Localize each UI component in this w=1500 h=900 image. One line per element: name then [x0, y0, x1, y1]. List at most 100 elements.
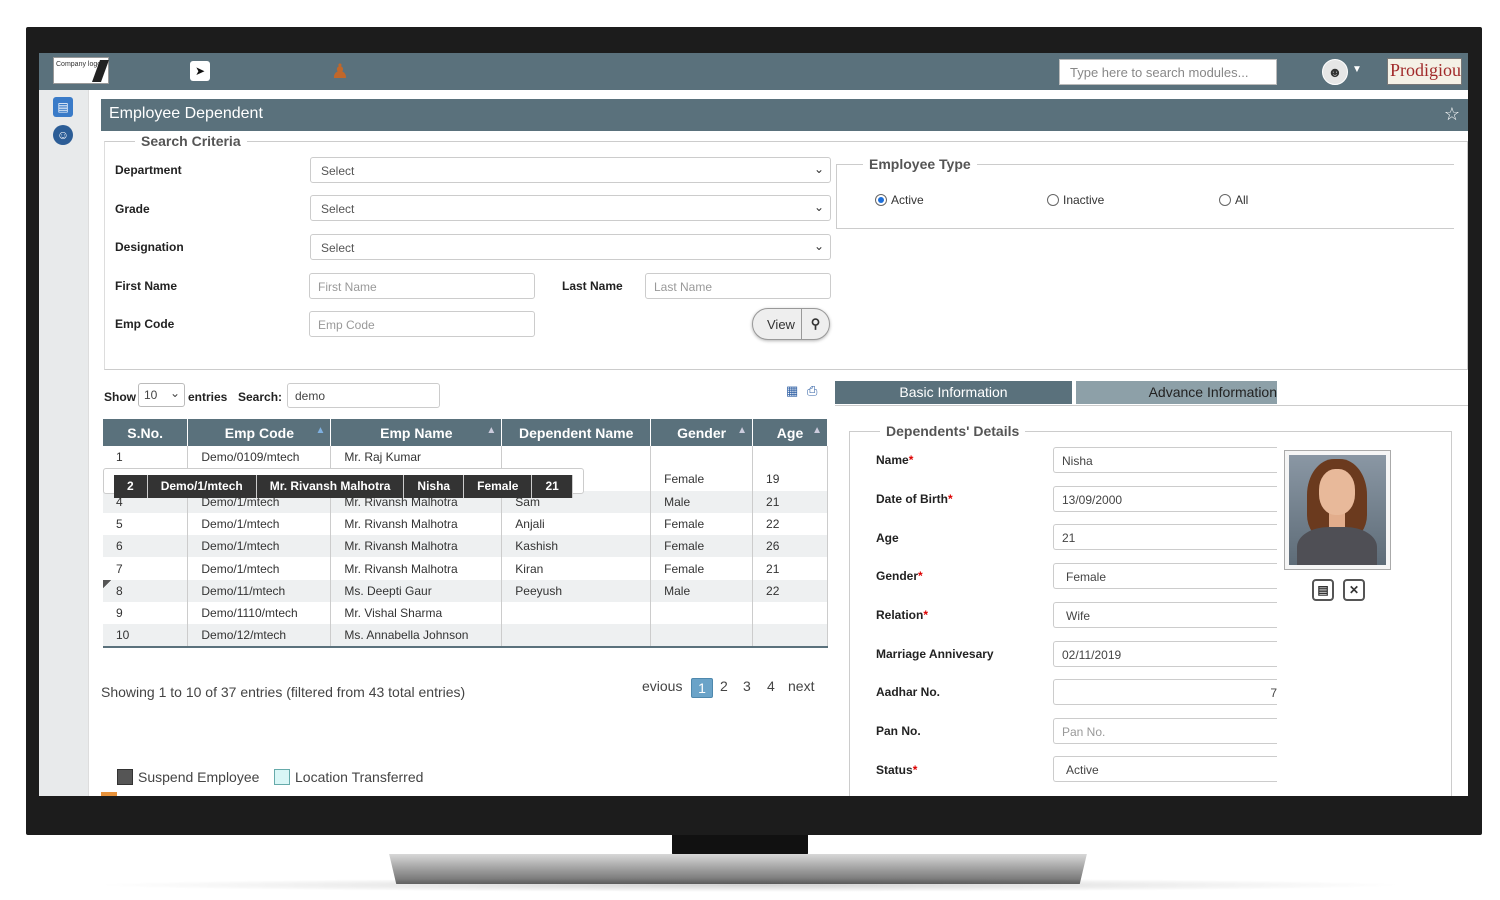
cell-gender	[650, 602, 754, 625]
radio-all[interactable]: All	[1219, 193, 1248, 207]
last-name-label: Last Name	[562, 279, 623, 293]
stand-shadow	[90, 878, 1410, 892]
gender-select[interactable]: Female	[1053, 563, 1277, 589]
col-emp-code-label: Emp Code	[224, 424, 294, 441]
sort-icon: ▲	[737, 425, 748, 436]
chevron-down-icon[interactable]: ▼	[1352, 64, 1362, 75]
upload-photo-icon[interactable]: ▤	[1312, 579, 1334, 601]
col-emp-name[interactable]: Emp Name ▲︎	[330, 419, 503, 446]
tab-advance-information[interactable]: Advance Information	[1076, 381, 1277, 404]
cell-emp-name: Mr. Rivansh Malhotra	[330, 535, 503, 558]
pan-input[interactable]: Pan No.	[1053, 718, 1277, 744]
table-row[interactable]: 5 Demo/1/mtech Mr. Rivansh Malhotra Anjali F…	[103, 512, 828, 536]
view-button[interactable]: View ⚲	[752, 308, 830, 340]
excel-export-icon[interactable]: ▦	[786, 383, 798, 399]
next-page-link[interactable]: next	[788, 678, 814, 694]
designation-select[interactable]: Select ⌄	[310, 234, 831, 260]
remove-photo-icon[interactable]: ✕	[1343, 579, 1365, 601]
cell-dependent-name: Nisha	[403, 475, 465, 498]
screen: Company logo ➤ ♟ Type here to search mod…	[39, 53, 1468, 796]
first-name-input[interactable]: First Name	[309, 273, 535, 299]
cell-dependent-name	[501, 624, 652, 648]
page-3-button[interactable]: 3	[743, 678, 751, 694]
location-swatch	[274, 769, 290, 785]
module-search-input[interactable]: Type here to search modules...	[1059, 59, 1277, 85]
cell-sno: 10	[103, 624, 189, 648]
relation-select[interactable]: Wife	[1053, 602, 1277, 628]
required-mark: *	[923, 608, 929, 622]
status-label-text: Status	[876, 763, 913, 777]
cell-dependent-name: Peeyush	[501, 579, 652, 603]
search-icon: ⚲	[801, 309, 829, 339]
radio-inactive[interactable]: Inactive	[1047, 193, 1104, 207]
entries-select[interactable]: 10 ⌄	[138, 383, 185, 407]
entries-label: entries	[188, 390, 228, 404]
age-label: Age	[876, 531, 899, 545]
cell-gender: Female	[650, 557, 754, 580]
dob-input[interactable]: 13/09/2000	[1053, 486, 1277, 512]
cell-age: 19	[752, 468, 828, 491]
radio-active-label: Active	[891, 193, 924, 207]
radio-active[interactable]: Active	[875, 193, 924, 207]
table-row[interactable]: 1 Demo/0109/mtech Mr. Raj Kumar	[103, 446, 828, 469]
cell-emp-name: Mr. Rivansh Malhotra	[256, 475, 405, 498]
col-sno[interactable]: S.No.	[103, 419, 189, 446]
sort-asc-icon: ▲	[315, 425, 326, 436]
last-name-input[interactable]: Last Name	[645, 273, 831, 299]
cell-emp-name: Mr. Vishal Sharma	[330, 602, 503, 625]
cell-gender: Female	[463, 475, 533, 498]
portrait-image	[1289, 455, 1386, 565]
required-mark: *	[948, 492, 953, 506]
cell-sno: 8	[103, 579, 189, 603]
team-icon[interactable]: ☺	[53, 125, 73, 145]
cell-dependent-name	[501, 446, 652, 469]
cell-emp-name: Ms. Annabella Johnson	[330, 624, 503, 648]
aadhar-input[interactable]: 7	[1053, 679, 1277, 705]
user-avatar-icon[interactable]: ☻	[1322, 59, 1348, 85]
table-row[interactable]: 9 Demo/1110/mtech Mr. Vishal Sharma	[103, 602, 828, 625]
sidebar: ▤ ☺	[39, 90, 89, 796]
table-row[interactable]: 6 Demo/1/mtech Mr. Rivansh Malhotra Kashish…	[103, 535, 828, 558]
page-1-button[interactable]: 1	[691, 678, 713, 698]
status-select[interactable]: Active	[1053, 756, 1277, 782]
col-gender[interactable]: Gender ▲	[650, 419, 754, 446]
aadhar-label: Aadhar No.	[876, 685, 941, 699]
page-4-button[interactable]: 4	[767, 678, 775, 694]
cell-age	[752, 602, 828, 625]
dependent-photo	[1284, 450, 1391, 570]
cell-dependent-name	[501, 602, 652, 625]
dob-label: Date of Birth*	[876, 492, 953, 506]
company-logo[interactable]: Company logo	[53, 57, 110, 84]
monitor-icon[interactable]: ▤	[53, 97, 73, 117]
previous-page-link[interactable]: evious	[642, 678, 682, 694]
gender-label-text: Gender	[876, 569, 919, 583]
star-icon[interactable]: ☆	[1444, 104, 1460, 125]
age-input[interactable]: 21	[1053, 524, 1277, 550]
table-row[interactable]: 8 Demo/11/mtech Ms. Deepti Gaur Peeyush Male…	[103, 579, 828, 603]
person-icon[interactable]: ♟	[331, 59, 349, 84]
status-label: Status*	[876, 763, 917, 777]
chevron-down-icon: ⌄	[813, 239, 824, 253]
grade-value: Select	[321, 202, 355, 216]
emp-code-input[interactable]: Emp Code	[309, 311, 535, 337]
table-row[interactable]: 2 Demo/1/mtech Mr. Rivansh Malhotra Nisha Fe…	[103, 468, 584, 498]
table-row[interactable]: 10 Demo/12/mtech Ms. Annabella Johnson	[103, 624, 828, 648]
marriage-anniversary-input[interactable]: 02/11/2019	[1053, 641, 1277, 667]
tab-basic-information[interactable]: Basic Information	[835, 381, 1072, 404]
cell-gender	[650, 624, 754, 648]
grade-select[interactable]: Select ⌄	[310, 195, 831, 221]
col-dependent-name[interactable]: Dependent Name	[501, 419, 652, 446]
menu-toggle-icon[interactable]: ➤	[190, 61, 210, 81]
col-age[interactable]: Age ▲	[752, 419, 828, 446]
table-row[interactable]: 7 Demo/1/mtech Mr. Rivansh Malhotra Kiran Fe…	[103, 557, 828, 580]
monitor-neck	[672, 835, 808, 857]
cell-gender	[650, 446, 754, 469]
name-input[interactable]: Nisha	[1053, 447, 1277, 473]
department-select[interactable]: Select ⌄	[310, 157, 831, 183]
table-search-input[interactable]: demo	[287, 383, 440, 408]
col-emp-code[interactable]: Emp Code ▲	[187, 419, 332, 446]
page-2-button[interactable]: 2	[720, 678, 728, 694]
cell-dependent-name: Kashish	[501, 535, 652, 558]
print-icon[interactable]: ⎙	[807, 383, 817, 399]
logo-text: Company logo	[56, 61, 102, 68]
